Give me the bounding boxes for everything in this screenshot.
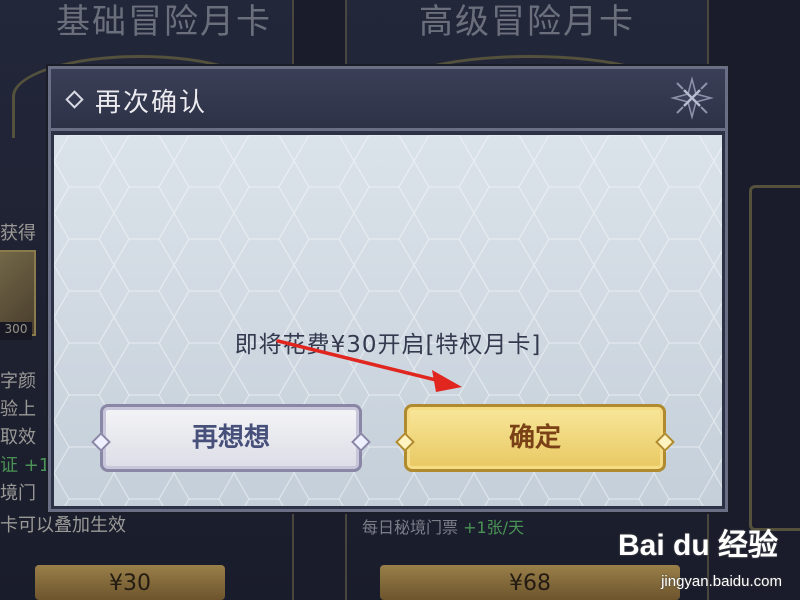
diamond-icon <box>65 90 84 109</box>
dialog-header: 再次确认 <box>51 69 725 131</box>
close-icon <box>670 76 714 120</box>
watermark-url: jingyan.baidu.com <box>661 573 782 590</box>
close-button[interactable] <box>669 75 715 121</box>
watermark-logo: Bai du 经验 <box>617 529 778 562</box>
confirm-button-label: 确定 <box>508 423 561 453</box>
cancel-button-label: 再想想 <box>191 423 270 453</box>
dialog-title: 再次确认 <box>95 88 208 118</box>
confirm-button[interactable]: 确定 <box>395 404 675 472</box>
confirm-message: 即将花费¥30开启[特权月卡] <box>234 332 542 358</box>
cancel-button[interactable]: 再想想 <box>91 404 371 472</box>
watermark: Bai du 经验 jingyan.baidu.com <box>598 512 788 592</box>
